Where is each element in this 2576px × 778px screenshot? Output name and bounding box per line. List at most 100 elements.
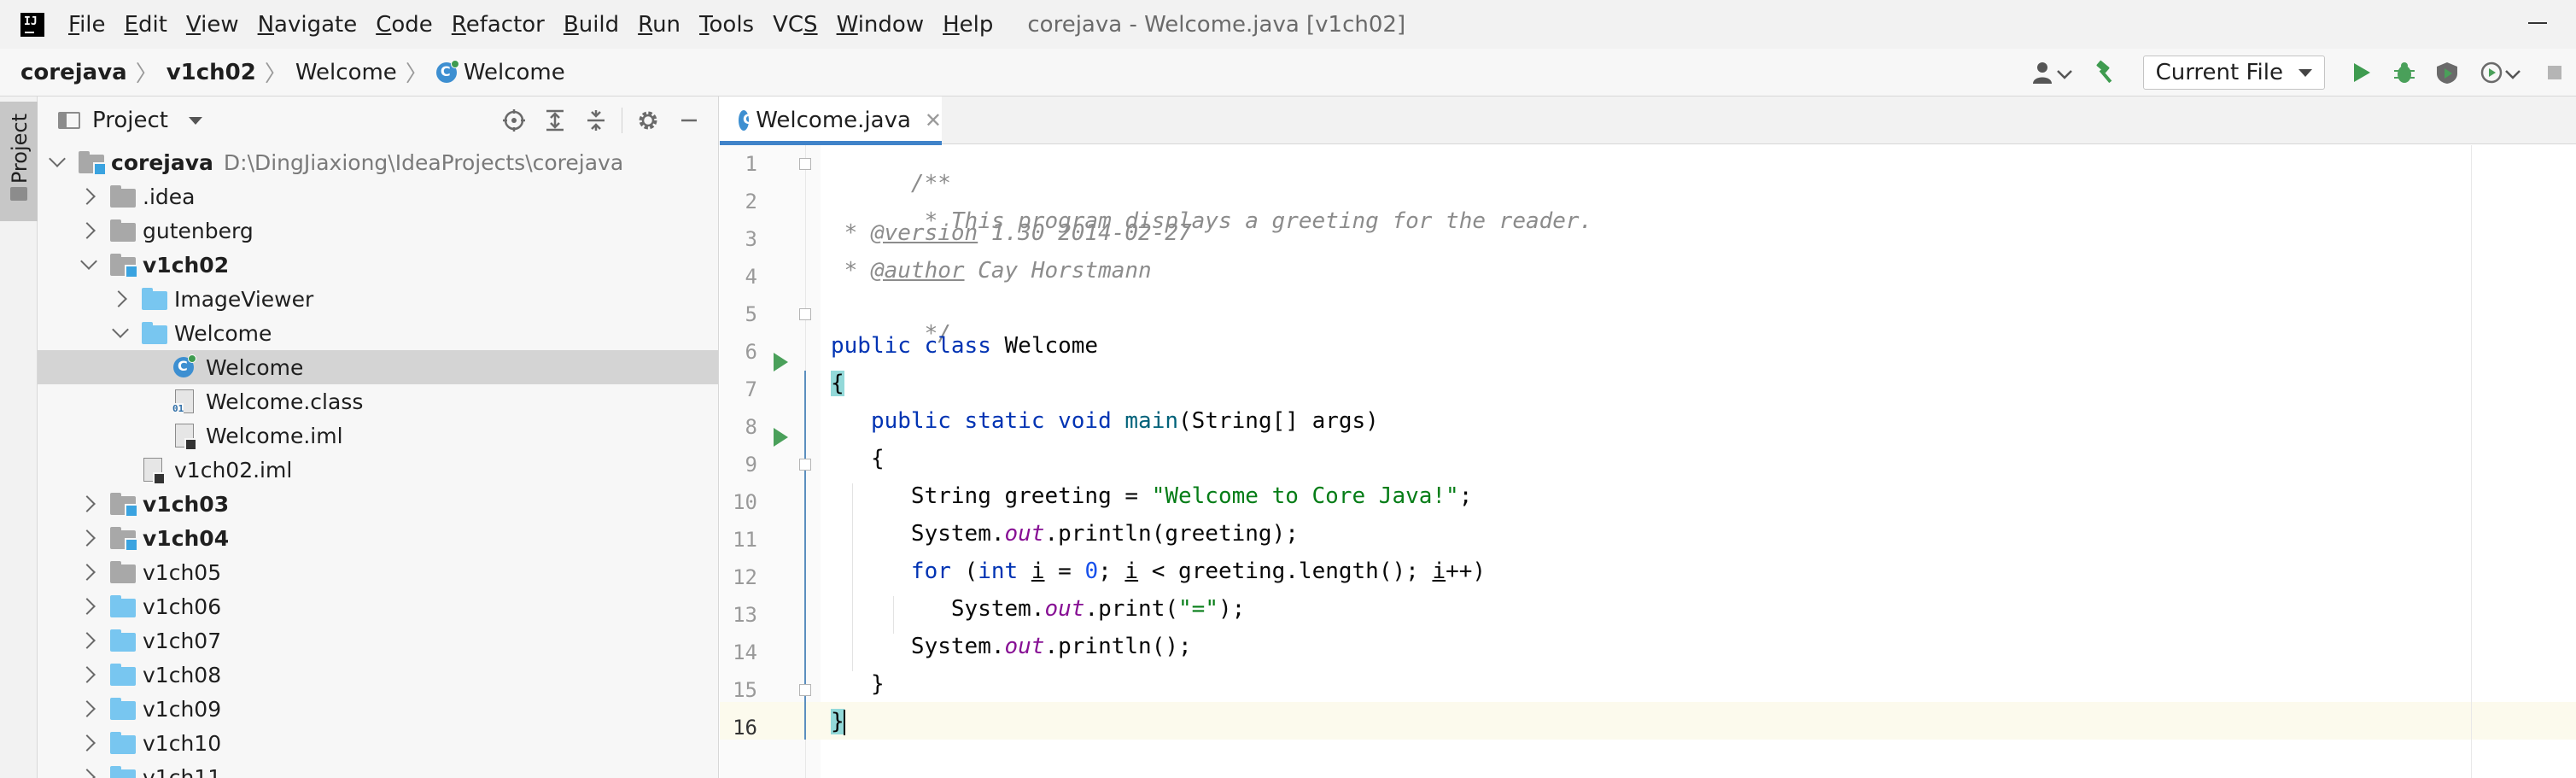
chevron-down-icon[interactable] bbox=[80, 253, 97, 270]
select-opened-file-icon[interactable] bbox=[499, 105, 529, 136]
run-main-icon[interactable] bbox=[774, 428, 788, 447]
chevron-right-icon[interactable] bbox=[79, 529, 96, 547]
code-text: System. bbox=[910, 521, 1005, 547]
menu-build[interactable]: Build bbox=[564, 12, 619, 38]
editor-tab-label: Welcome.java bbox=[756, 108, 911, 133]
stop-icon[interactable] bbox=[2540, 58, 2569, 87]
title-bar: IJ File Edit View Navigate Code Refactor Build… bbox=[0, 0, 2576, 49]
chevron-right-icon[interactable] bbox=[79, 632, 96, 649]
tree-item-v1ch06[interactable]: v1ch06 bbox=[38, 589, 718, 623]
fold-marker-icon[interactable] bbox=[799, 684, 811, 696]
tree-item-text: gutenberg bbox=[143, 218, 254, 243]
debug-icon[interactable] bbox=[2390, 58, 2419, 87]
tree-item-corejava[interactable]: corejava D:\DingJiaxiong\IdeaProjects\cor… bbox=[38, 145, 718, 179]
editor-tab-welcome-java[interactable]: Welcome.java ✕ bbox=[720, 97, 942, 145]
hide-panel-icon[interactable] bbox=[674, 105, 704, 136]
tree-item-welcome[interactable]: Welcome bbox=[38, 316, 718, 350]
tree-item-text: v1ch08 bbox=[143, 662, 222, 687]
tree-item-v1ch05[interactable]: v1ch05 bbox=[38, 555, 718, 589]
menu-file[interactable]: File bbox=[68, 12, 106, 38]
tree-item-v1ch02-iml[interactable]: v1ch02.iml bbox=[38, 453, 718, 487]
tree-item-v1ch02[interactable]: v1ch02 bbox=[38, 248, 718, 282]
mutable-variable: i bbox=[1031, 559, 1045, 584]
tree-item-label: gutenberg bbox=[143, 219, 254, 243]
menu-help[interactable]: Help bbox=[943, 12, 993, 38]
chevron-right-icon[interactable] bbox=[79, 598, 96, 615]
menu-run[interactable]: Run bbox=[638, 12, 681, 38]
tree-item-label: v1ch03 bbox=[143, 492, 229, 517]
minimize-icon[interactable] bbox=[2528, 22, 2547, 24]
intellij-logo-icon[interactable]: IJ bbox=[17, 9, 48, 40]
doc-comment: Cay Horstmann bbox=[964, 258, 1152, 284]
tree-item-label: Welcome bbox=[174, 321, 272, 346]
chevron-down-icon[interactable] bbox=[49, 150, 66, 167]
menu-refactor[interactable]: Refactor bbox=[452, 12, 545, 38]
tree-item-v1ch04[interactable]: v1ch04 bbox=[38, 521, 718, 555]
chevron-right-icon[interactable] bbox=[79, 769, 96, 778]
build-hammer-icon[interactable] bbox=[2092, 58, 2121, 87]
project-panel-title[interactable]: Project bbox=[92, 108, 168, 133]
tree-item-welcome-class[interactable]: Welcome.class bbox=[38, 384, 718, 418]
tree-item-welcome-iml[interactable]: Welcome.iml bbox=[38, 418, 718, 453]
tree-item-welcome[interactable]: Welcome bbox=[38, 350, 718, 384]
code-text: ++) bbox=[1446, 559, 1487, 584]
breadcrumb-class[interactable]: Welcome bbox=[464, 60, 565, 85]
code-line-2: * This program displays a greeting for t… bbox=[831, 183, 1593, 234]
run-with-coverage-icon[interactable] bbox=[2433, 58, 2462, 87]
chevron-right-icon[interactable] bbox=[110, 290, 127, 307]
code-text: .println(greeting); bbox=[1044, 521, 1299, 547]
tree-item-v1ch07[interactable]: v1ch07 bbox=[38, 623, 718, 658]
run-class-icon[interactable] bbox=[774, 353, 788, 371]
fold-marker-icon[interactable] bbox=[799, 459, 811, 471]
breadcrumb-project[interactable]: corejava bbox=[20, 60, 127, 85]
menu-tools[interactable]: Tools bbox=[699, 12, 754, 38]
fold-marker-icon[interactable] bbox=[799, 158, 811, 170]
run-icon[interactable] bbox=[2347, 58, 2376, 87]
code-editor[interactable]: 1 2 3 4 5 6 7 8 9 10 11 12 13 14 15 16 /** * This progr… bbox=[720, 145, 2576, 778]
project-tool-window-button[interactable]: Project bbox=[0, 102, 38, 221]
tree-item-v1ch09[interactable]: v1ch09 bbox=[38, 692, 718, 726]
fold-marker-icon[interactable] bbox=[799, 308, 811, 320]
chevron-right-icon[interactable] bbox=[79, 700, 96, 717]
tree-item-text: ImageViewer bbox=[174, 286, 314, 312]
chevron-right-icon[interactable] bbox=[79, 564, 96, 581]
chevron-right-icon[interactable] bbox=[79, 734, 96, 752]
menu-window[interactable]: Window bbox=[837, 12, 925, 38]
tree-item-idea[interactable]: .idea bbox=[38, 179, 718, 214]
tree-item-imageviewer[interactable]: ImageViewer bbox=[38, 282, 718, 316]
close-icon[interactable]: ✕ bbox=[925, 108, 942, 132]
breadcrumb-separator-icon: 〉 bbox=[405, 61, 428, 87]
menu-vcs[interactable]: VCS bbox=[773, 12, 817, 38]
breadcrumb-module[interactable]: v1ch02 bbox=[166, 60, 256, 85]
run-configuration-dropdown[interactable]: Current File bbox=[2142, 56, 2325, 90]
chevron-down-icon[interactable] bbox=[112, 321, 129, 338]
tree-item-v1ch08[interactable]: v1ch08 bbox=[38, 658, 718, 692]
breadcrumb-package[interactable]: Welcome bbox=[295, 60, 397, 85]
javadoc-tag: @author bbox=[870, 258, 965, 284]
line-number: 6 bbox=[745, 340, 757, 364]
expand-all-icon[interactable] bbox=[540, 105, 570, 136]
menu-navigate[interactable]: Navigate bbox=[258, 12, 358, 38]
static-field: out bbox=[1004, 521, 1045, 547]
chevron-right-icon[interactable] bbox=[79, 495, 96, 512]
module-folder-icon bbox=[110, 527, 138, 552]
doc-comment: * bbox=[831, 220, 871, 246]
menu-code[interactable]: Code bbox=[376, 12, 433, 38]
tree-item-text: Welcome.iml bbox=[206, 423, 343, 448]
tree-item-v1ch10[interactable]: v1ch10 bbox=[38, 726, 718, 760]
chevron-down-icon[interactable] bbox=[188, 116, 202, 125]
tree-item-v1ch11[interactable]: v1ch11 bbox=[38, 760, 718, 778]
tree-item-v1ch03[interactable]: v1ch03 bbox=[38, 487, 718, 521]
chevron-right-icon[interactable] bbox=[79, 666, 96, 683]
chevron-right-icon[interactable] bbox=[79, 222, 96, 239]
code-line-13: System.out.print("="); bbox=[831, 596, 1245, 634]
tree-item-gutenberg[interactable]: gutenberg bbox=[38, 214, 718, 248]
menu-edit[interactable]: Edit bbox=[125, 12, 167, 38]
account-icon[interactable] bbox=[2027, 58, 2078, 87]
profiler-icon[interactable] bbox=[2475, 58, 2526, 87]
collapse-all-icon[interactable] bbox=[581, 105, 611, 136]
gear-icon[interactable] bbox=[633, 105, 663, 136]
number-literal: 0 bbox=[1084, 559, 1099, 584]
chevron-right-icon[interactable] bbox=[79, 188, 96, 205]
menu-view[interactable]: View bbox=[186, 12, 239, 38]
